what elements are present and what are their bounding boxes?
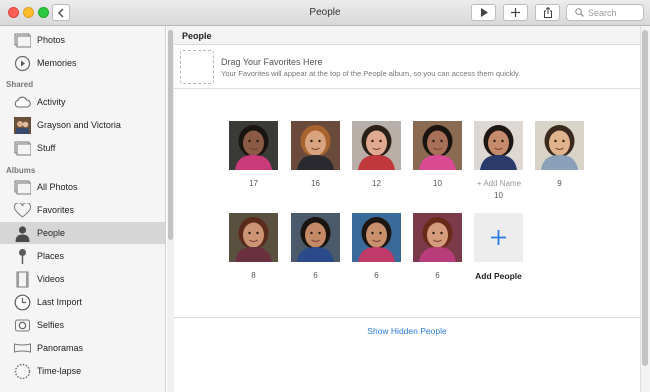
search-icon (575, 8, 584, 17)
sidebar-item-label: All Photos (37, 182, 78, 192)
photo-count: 8 (251, 271, 256, 280)
heart-icon (14, 202, 31, 219)
sidebar: Photos Memories Shared Activity Grayson … (0, 26, 166, 392)
divider (174, 317, 640, 318)
share-icon (543, 7, 552, 18)
photo-count: 12 (372, 179, 381, 188)
photo-count: 10 (433, 179, 442, 188)
sidebar-item-label: Videos (37, 274, 65, 284)
person-thumbnail[interactable] (229, 213, 278, 262)
person-thumbnail[interactable] (352, 213, 401, 262)
sidebar-item-label: Stuff (37, 143, 56, 153)
person-thumbnail[interactable] (291, 213, 340, 262)
clock-icon (14, 294, 31, 311)
selfie-icon (14, 317, 31, 334)
sidebar-item-activity[interactable]: Activity (0, 91, 165, 113)
section-heading-albums: Albums (6, 166, 36, 175)
sidebar-item-stuff[interactable]: Stuff (0, 137, 165, 159)
sidebar-item-label: People (37, 228, 66, 238)
sidebar-item-favorites[interactable]: Favorites (0, 199, 165, 221)
plus-icon (511, 8, 520, 17)
add-people-button[interactable] (474, 213, 523, 262)
person-icon (14, 225, 31, 242)
shared-album-icon (14, 140, 31, 157)
person-thumbnail[interactable] (291, 121, 340, 170)
sidebar-item-selfies[interactable]: Selfies (0, 314, 165, 336)
favorites-subtitle: Your Favorites will appear at the top of… (221, 69, 521, 78)
photo-count: 6 (435, 271, 440, 280)
show-hidden-people-link[interactable]: Show Hidden People (174, 326, 640, 336)
album-icon (14, 179, 31, 196)
person-thumbnail[interactable] (352, 121, 401, 170)
sidebar-item-label: Time-lapse (37, 366, 82, 376)
main-scrollbar-thumb[interactable] (642, 30, 648, 366)
play-icon (480, 8, 488, 17)
search-placeholder: Search (588, 7, 617, 18)
divider (174, 88, 640, 89)
timelapse-icon (14, 363, 31, 380)
album-thumbnail-icon (14, 116, 31, 134)
photo-count: 10 (494, 191, 503, 200)
sidebar-item-time-lapse[interactable]: Time-lapse (0, 360, 165, 382)
person-thumbnail[interactable] (474, 121, 523, 170)
sidebar-item-label: Memories (37, 58, 77, 68)
title-bar: People Search (0, 0, 650, 26)
sidebar-item-label: Photos (37, 35, 66, 45)
sidebar-item-photos[interactable]: Photos (0, 29, 165, 51)
slideshow-button[interactable] (471, 4, 496, 21)
favorites-title: Drag Your Favorites Here (221, 57, 323, 67)
panorama-icon (14, 340, 31, 357)
share-button[interactable] (535, 4, 560, 21)
sidebar-item-label: Selfies (37, 320, 65, 330)
photo-count: 16 (311, 179, 320, 188)
sidebar-item-all-photos[interactable]: All Photos (0, 176, 165, 198)
sidebar-item-memories[interactable]: Memories (0, 52, 165, 74)
video-icon (14, 271, 31, 288)
person-thumbnail[interactable] (413, 213, 462, 262)
memories-icon (14, 55, 31, 72)
sidebar-item-last-import[interactable]: Last Import (0, 291, 165, 313)
photos-icon (14, 32, 31, 49)
sidebar-item-label: Grayson and Victoria (37, 120, 121, 130)
sidebar-item-label: Last Import (37, 297, 83, 307)
person-thumbnail[interactable] (229, 121, 278, 170)
sidebar-item-panoramas[interactable]: Panoramas (0, 337, 165, 359)
pin-icon (14, 248, 31, 265)
people-view: People Drag Your Favorites Here Your Fav… (174, 26, 640, 392)
page-title: People (174, 26, 640, 45)
cloud-icon (14, 94, 31, 111)
sidebar-item-label: Favorites (37, 205, 75, 215)
photo-count: 17 (249, 179, 258, 188)
add-button[interactable] (503, 4, 528, 21)
photo-count: 6 (313, 271, 318, 280)
sidebar-item-people[interactable]: People (0, 222, 165, 244)
sidebar-item-label: Activity (37, 97, 66, 107)
photo-count: 6 (374, 271, 379, 280)
search-input[interactable]: Search (566, 4, 644, 21)
sidebar-item-grayson-and-victoria[interactable]: Grayson and Victoria (0, 114, 165, 136)
sidebar-item-places[interactable]: Places (0, 245, 165, 267)
sidebar-item-label: Places (37, 251, 65, 261)
sidebar-scrollbar-thumb[interactable] (168, 30, 173, 240)
sidebar-item-videos[interactable]: Videos (0, 268, 165, 290)
plus-icon (491, 230, 506, 245)
add-name-label[interactable]: + Add Name (469, 179, 529, 188)
favorites-drop-zone[interactable] (180, 50, 214, 84)
photo-count: 9 (557, 179, 562, 188)
person-thumbnail[interactable] (413, 121, 462, 170)
add-people-label: Add People (475, 271, 522, 281)
section-heading-shared: Shared (6, 80, 34, 89)
sidebar-item-label: Panoramas (37, 343, 84, 353)
person-thumbnail[interactable] (535, 121, 584, 170)
